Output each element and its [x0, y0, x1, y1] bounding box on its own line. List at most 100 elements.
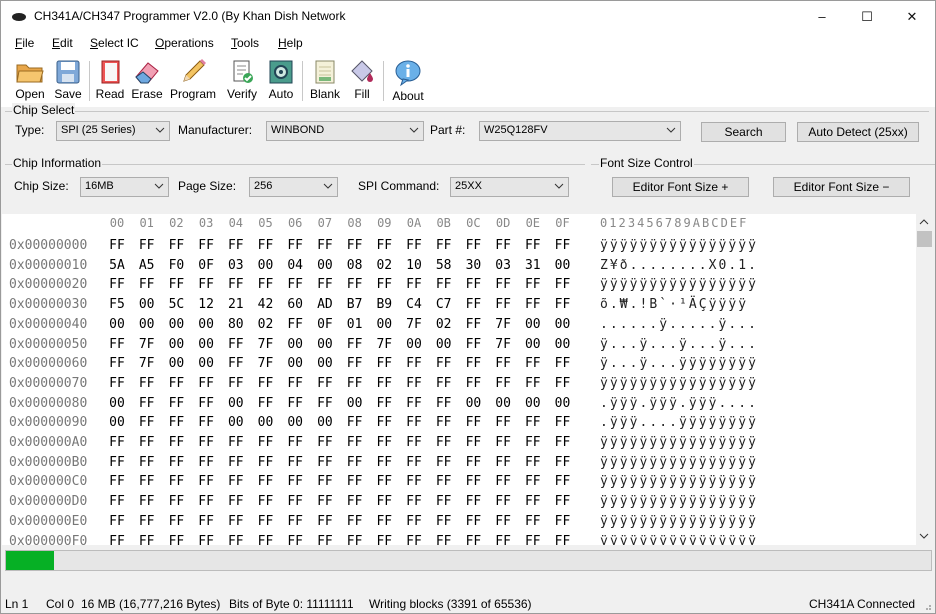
hex-byte-cell[interactable]: FF	[136, 376, 158, 391]
hex-byte-cell[interactable]: FF	[433, 396, 455, 411]
hex-byte-cell[interactable]: FF	[462, 238, 484, 253]
hex-row-ascii[interactable]: ÿÿÿÿÿÿÿÿÿÿÿÿÿÿÿÿ	[600, 238, 758, 253]
hex-byte-cell[interactable]: FF	[195, 376, 217, 391]
hex-byte-cell[interactable]: FF	[492, 415, 514, 430]
hex-byte-cell[interactable]: FF	[373, 396, 395, 411]
hex-byte-cell[interactable]: 58	[433, 258, 455, 273]
hex-byte-cell[interactable]: A5	[136, 258, 158, 273]
hex-byte-cell[interactable]: 30	[462, 258, 484, 273]
hex-byte-cell[interactable]: 00	[552, 396, 574, 411]
hex-byte-cell[interactable]: FF	[225, 534, 247, 546]
hex-byte-cell[interactable]: FF	[195, 494, 217, 509]
scroll-up-icon[interactable]	[919, 218, 929, 226]
about-button[interactable]: About	[389, 59, 427, 107]
hex-byte-cell[interactable]: FF	[136, 415, 158, 430]
hex-byte-cell[interactable]: FF	[433, 474, 455, 489]
hex-byte-cell[interactable]: FF	[522, 376, 544, 391]
hex-byte-cell[interactable]: 00	[195, 337, 217, 352]
hex-byte-cell[interactable]: FF	[136, 238, 158, 253]
hex-byte-cell[interactable]: FF	[284, 534, 306, 546]
hex-byte-cell[interactable]: 00	[433, 337, 455, 352]
hex-byte-cell[interactable]: FF	[462, 455, 484, 470]
menu-operations[interactable]: Operations	[155, 36, 214, 50]
hex-byte-cell[interactable]: FF	[136, 455, 158, 470]
hex-byte-cell[interactable]: FF	[373, 474, 395, 489]
hex-byte-cell[interactable]: FF	[344, 534, 366, 546]
hex-byte-cell[interactable]: 00	[344, 396, 366, 411]
hex-byte-cell[interactable]: FF	[344, 514, 366, 529]
hex-byte-cell[interactable]: FF	[492, 474, 514, 489]
hex-byte-cell[interactable]: FF	[284, 238, 306, 253]
hex-byte-cell[interactable]: FF	[552, 356, 574, 371]
hex-byte-cell[interactable]: 7F	[492, 337, 514, 352]
hex-byte-cell[interactable]: FF	[373, 415, 395, 430]
hex-byte-cell[interactable]: 5A	[106, 258, 128, 273]
hex-byte-cell[interactable]: FF	[462, 514, 484, 529]
hex-byte-cell[interactable]: FF	[433, 494, 455, 509]
hex-byte-cell[interactable]: FF	[165, 277, 187, 292]
hex-byte-cell[interactable]: FF	[552, 455, 574, 470]
hex-byte-cell[interactable]: 00	[462, 396, 484, 411]
hex-row-ascii[interactable]: ÿÿÿÿÿÿÿÿÿÿÿÿÿÿÿÿ	[600, 277, 758, 292]
hex-byte-cell[interactable]: FF	[106, 376, 128, 391]
save-button[interactable]: Save	[51, 59, 85, 107]
hex-byte-cell[interactable]: 00	[165, 337, 187, 352]
hex-byte-cell[interactable]: 00	[492, 396, 514, 411]
hex-byte-cell[interactable]: FF	[195, 415, 217, 430]
hex-byte-cell[interactable]: FF	[344, 376, 366, 391]
hex-byte-cell[interactable]: FF	[344, 474, 366, 489]
menu-file[interactable]: File	[15, 36, 34, 50]
hex-byte-cell[interactable]: FF	[492, 376, 514, 391]
hex-byte-cell[interactable]: 00	[314, 356, 336, 371]
hex-byte-cell[interactable]: 00	[314, 258, 336, 273]
page-size-select[interactable]: 256	[249, 177, 338, 197]
hex-byte-cell[interactable]: FF	[552, 534, 574, 546]
hex-byte-cell[interactable]: 00	[284, 356, 306, 371]
hex-byte-cell[interactable]: 08	[344, 258, 366, 273]
hex-row-ascii[interactable]: .ÿÿÿ....ÿÿÿÿÿÿÿÿ	[600, 415, 758, 430]
hex-byte-cell[interactable]: FF	[492, 356, 514, 371]
hex-byte-cell[interactable]: 7F	[255, 337, 277, 352]
hex-byte-cell[interactable]: 00	[165, 317, 187, 332]
hex-byte-cell[interactable]: FF	[136, 494, 158, 509]
hex-byte-cell[interactable]: FF	[344, 337, 366, 352]
hex-byte-cell[interactable]: FF	[462, 474, 484, 489]
hex-byte-cell[interactable]: FF	[314, 277, 336, 292]
hex-byte-cell[interactable]: FF	[462, 277, 484, 292]
hex-byte-cell[interactable]: FF	[344, 238, 366, 253]
search-button[interactable]: Search	[701, 122, 786, 142]
hex-byte-cell[interactable]: FF	[255, 514, 277, 529]
hex-byte-cell[interactable]: FF	[433, 514, 455, 529]
hex-byte-cell[interactable]: FF	[195, 396, 217, 411]
hex-byte-cell[interactable]: 00	[314, 337, 336, 352]
hex-byte-cell[interactable]: 00	[522, 396, 544, 411]
hex-byte-cell[interactable]: FF	[106, 474, 128, 489]
hex-byte-cell[interactable]: FF	[373, 376, 395, 391]
hex-byte-cell[interactable]: 00	[284, 337, 306, 352]
chip-size-select[interactable]: 16MB	[80, 177, 169, 197]
hex-byte-cell[interactable]: FF	[165, 494, 187, 509]
hex-row-ascii[interactable]: õ.₩.!B`·¹ÄÇÿÿÿÿ	[600, 297, 748, 312]
hex-byte-cell[interactable]: 10	[403, 258, 425, 273]
hex-byte-cell[interactable]: 0F	[195, 258, 217, 273]
menu-tools[interactable]: Tools	[231, 36, 259, 50]
hex-byte-cell[interactable]: 00	[522, 337, 544, 352]
hex-byte-cell[interactable]: FF	[403, 494, 425, 509]
hex-byte-cell[interactable]: 7F	[492, 317, 514, 332]
hex-byte-cell[interactable]: FF	[522, 534, 544, 546]
scroll-down-icon[interactable]	[919, 532, 929, 540]
hex-byte-cell[interactable]: FF	[255, 396, 277, 411]
hex-byte-cell[interactable]: FF	[225, 238, 247, 253]
hex-byte-cell[interactable]: FF	[106, 277, 128, 292]
hex-byte-cell[interactable]: FF	[462, 494, 484, 509]
hex-byte-cell[interactable]: 00	[255, 415, 277, 430]
hex-byte-cell[interactable]: FF	[344, 494, 366, 509]
hex-byte-cell[interactable]: FF	[344, 435, 366, 450]
hex-byte-cell[interactable]: FF	[225, 455, 247, 470]
verify-button[interactable]: Verify	[223, 59, 261, 107]
hex-byte-cell[interactable]: B9	[373, 297, 395, 312]
hex-row-ascii[interactable]: ÿÿÿÿÿÿÿÿÿÿÿÿÿÿÿÿ	[600, 514, 758, 529]
hex-byte-cell[interactable]: FF	[403, 514, 425, 529]
hex-byte-cell[interactable]: 00	[552, 337, 574, 352]
hex-byte-cell[interactable]: 00	[225, 396, 247, 411]
